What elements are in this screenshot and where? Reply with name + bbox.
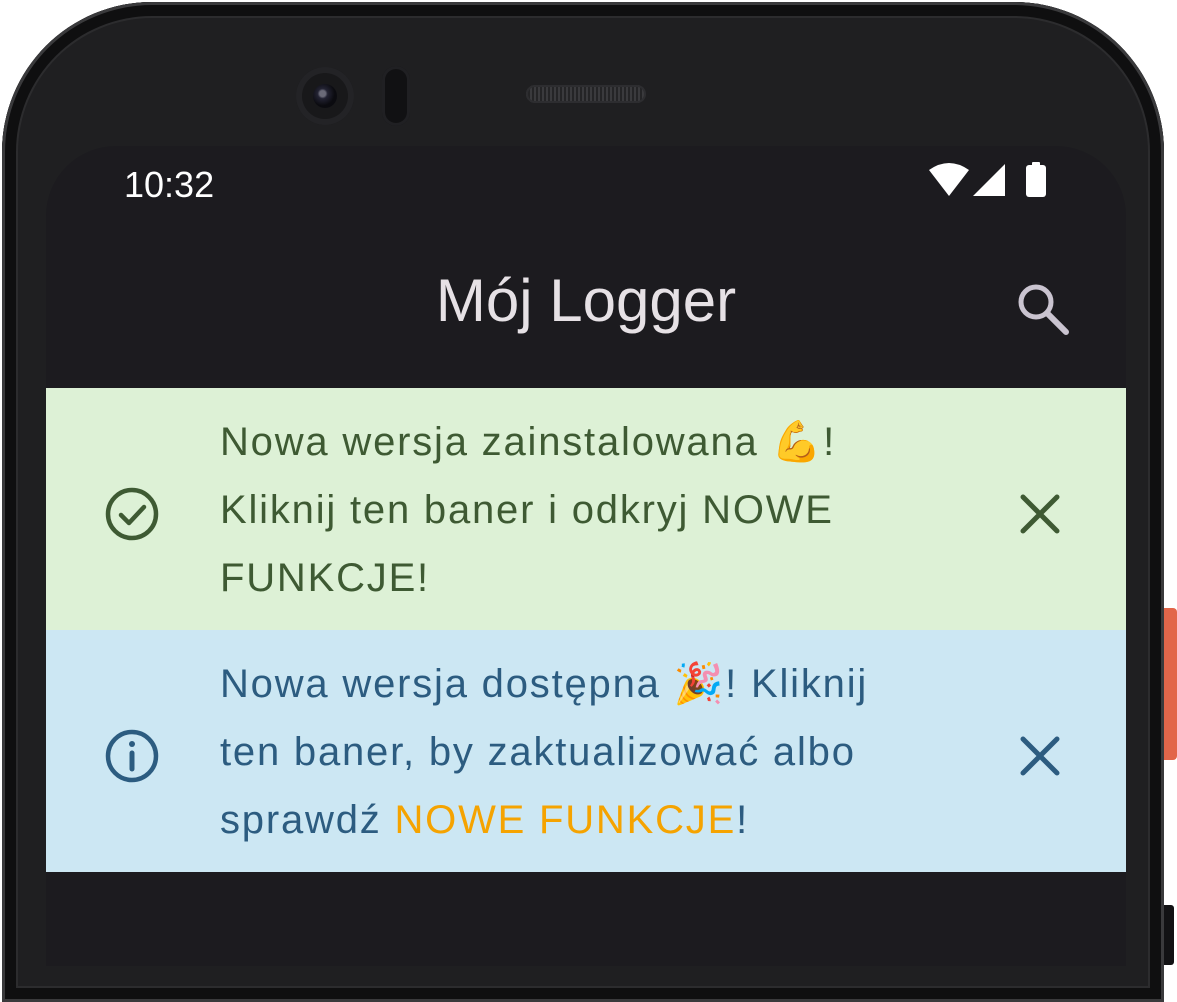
cell-signal-icon (972, 162, 1008, 202)
info-banner-message: Nowa wersja dostępna 🎉! Kliknij ten bane… (220, 650, 940, 854)
phone-screen: 10:32 Mój Logger Nowa wersja zainstalowa… (46, 146, 1126, 966)
search-icon (1006, 284, 1076, 346)
search-button[interactable] (1006, 272, 1076, 342)
new-features-highlight: NOWE FUNKCJE (394, 798, 737, 842)
proximity-sensor (382, 66, 410, 126)
volume-button (1164, 905, 1174, 965)
success-banner-close-button[interactable] (1010, 484, 1070, 544)
check-circle-icon (100, 482, 164, 546)
earpiece-speaker (526, 85, 646, 103)
wifi-icon (928, 162, 970, 202)
power-button (1164, 608, 1177, 760)
success-banner[interactable]: Nowa wersja zainstalowana 💪! Kliknij ten… (46, 388, 1126, 630)
status-icons (928, 162, 1058, 198)
close-icon (1010, 494, 1070, 548)
front-camera (296, 67, 354, 125)
info-banner-text-end: ! (736, 798, 749, 842)
app-title: Mój Logger (435, 267, 737, 334)
battery-icon (1024, 162, 1048, 202)
status-time: 10:32 (124, 164, 215, 205)
info-icon (100, 724, 164, 788)
info-banner[interactable]: Nowa wersja dostępna 🎉! Kliknij ten bane… (46, 630, 1126, 872)
close-icon (1010, 736, 1070, 790)
success-banner-message: Nowa wersja zainstalowana 💪! Kliknij ten… (220, 420, 837, 600)
info-banner-close-button[interactable] (1010, 726, 1070, 786)
